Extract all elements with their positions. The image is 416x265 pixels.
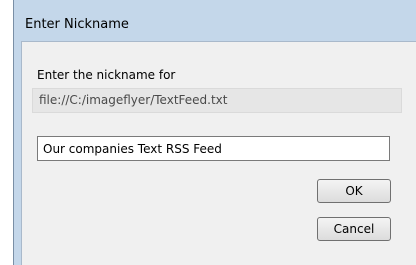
dialog-title: Enter Nickname <box>25 17 129 32</box>
ok-button[interactable]: OK <box>317 179 391 203</box>
nickname-input[interactable] <box>37 136 390 161</box>
enter-nickname-dialog: Enter Nickname Enter the nickname for fi… <box>13 0 416 265</box>
dialog-body: Enter the nickname for file://C:/imagefl… <box>21 41 416 265</box>
prompt-label: Enter the nickname for <box>37 68 176 82</box>
file-path-field: file://C:/imageflyer/TextFeed.txt <box>32 88 402 113</box>
title-bar[interactable]: Enter Nickname <box>14 0 416 41</box>
cancel-button[interactable]: Cancel <box>317 217 391 241</box>
